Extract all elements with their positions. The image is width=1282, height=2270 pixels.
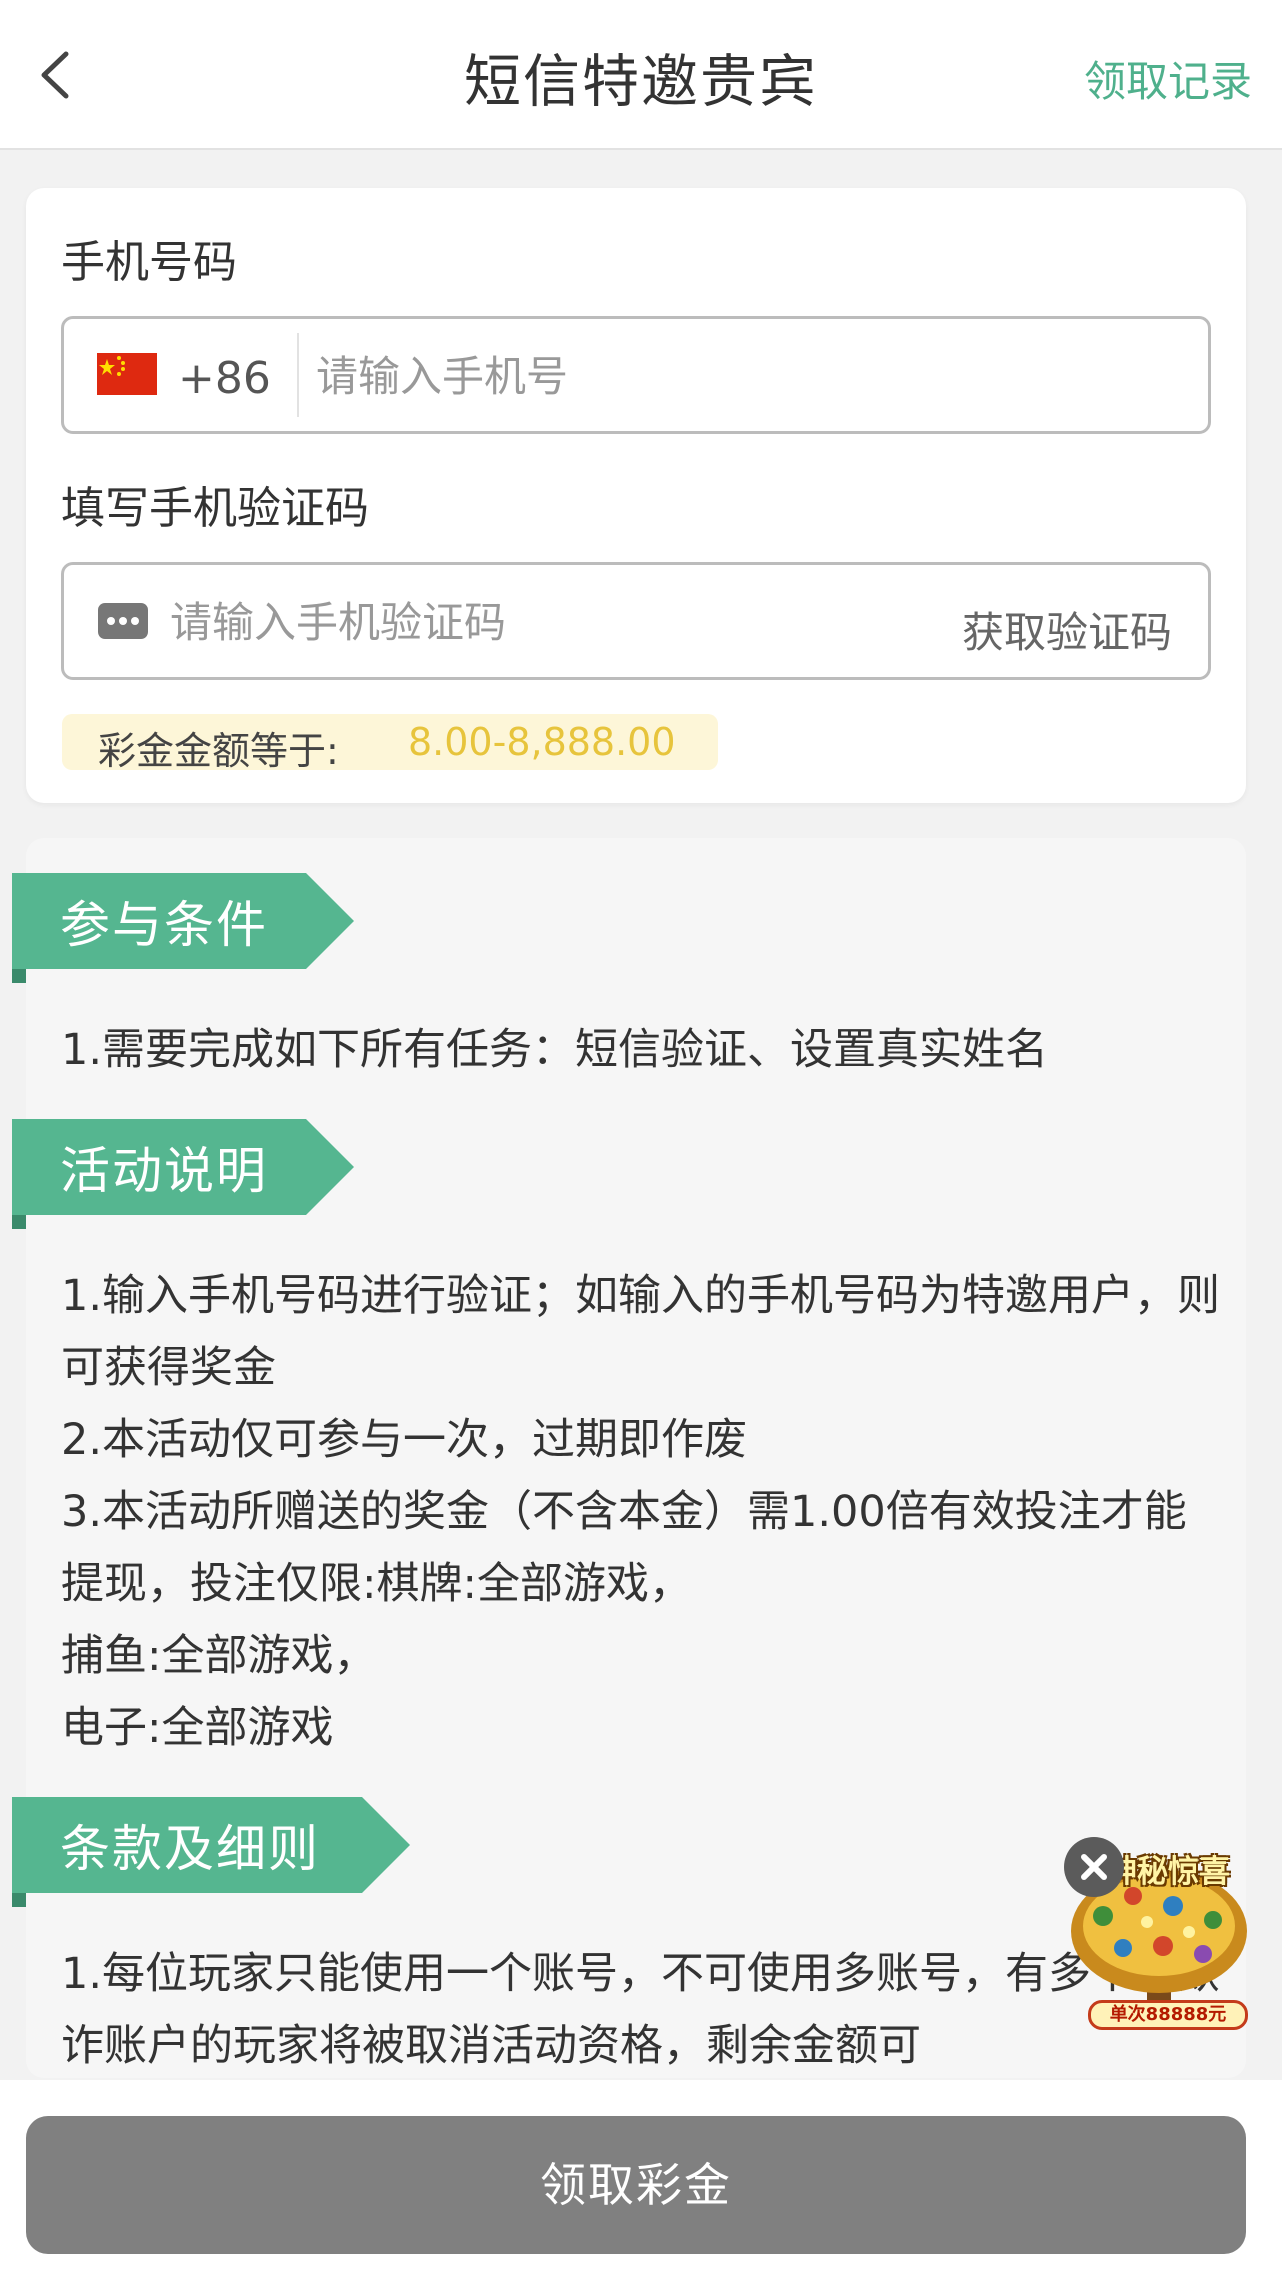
claim-bonus-button[interactable]: 领取彩金 xyxy=(26,2116,1246,2254)
ribbon-fold xyxy=(12,1215,26,1229)
code-input-box[interactable]: 获取验证码 xyxy=(61,562,1211,680)
section-ribbon-description: 活动说明 xyxy=(12,1119,306,1215)
section-ribbon-terms: 条款及细则 xyxy=(12,1797,362,1893)
header-bar: 短信特邀贵宾 领取记录 xyxy=(0,0,1282,150)
section-title-terms: 条款及细则 xyxy=(60,1820,320,1878)
message-icon xyxy=(98,603,148,639)
ribbon-fold xyxy=(12,1893,26,1907)
ribbon-arrow-icon xyxy=(306,873,354,969)
bonus-amount-badge: 彩金金额等于: 8.00-8,888.00 xyxy=(62,714,718,773)
verification-form-card: 手机号码 +86 填写手机验证码 获取验证码 彩金金额等于: 8.00-8,88… xyxy=(26,188,1246,803)
verification-code-input[interactable] xyxy=(168,581,872,663)
verification-code-label: 填写手机验证码 xyxy=(61,483,369,534)
country-dial-code[interactable]: +86 xyxy=(178,353,271,404)
bonus-amount-value: 8.00-8,888.00 xyxy=(408,720,676,764)
section-body-terms: 1.每位玩家只能使用一个账号，不可使用多账号，有多个或欺诈账户的玩家将被取消活动… xyxy=(61,1949,1221,2071)
input-divider xyxy=(297,333,299,417)
claim-records-link[interactable]: 领取记录 xyxy=(1084,48,1252,109)
section-ribbon-conditions: 参与条件 xyxy=(12,873,306,969)
promo-badge[interactable]: 单次88888元 xyxy=(1088,2000,1248,2030)
ribbon-arrow-icon xyxy=(362,1797,410,1893)
phone-number-input[interactable] xyxy=(314,335,1178,417)
section-title-description: 活动说明 xyxy=(60,1142,268,1200)
get-code-button[interactable]: 获取验证码 xyxy=(962,599,1172,660)
section-body-conditions: 1.需要完成如下所有任务：短信验证、设置真实姓名 xyxy=(61,1025,1049,1075)
section-title-conditions: 参与条件 xyxy=(60,896,268,954)
ribbon-fold xyxy=(12,969,26,983)
phone-label: 手机号码 xyxy=(61,237,237,288)
bottom-action-bar: 领取彩金 xyxy=(0,2080,1282,2270)
section-body-description: 1.输入手机号码进行验证；如输入的手机号码为特邀用户，则可获得奖金 2.本活动仅… xyxy=(61,1271,1221,1753)
china-flag-icon xyxy=(97,353,157,395)
promo-title[interactable]: 神秘惊喜 xyxy=(1106,1846,1230,1891)
close-icon[interactable] xyxy=(1064,1837,1124,1897)
bonus-amount-label: 彩金金额等于: xyxy=(98,729,339,773)
ribbon-arrow-icon xyxy=(306,1119,354,1215)
phone-input-box[interactable]: +86 xyxy=(61,316,1211,434)
